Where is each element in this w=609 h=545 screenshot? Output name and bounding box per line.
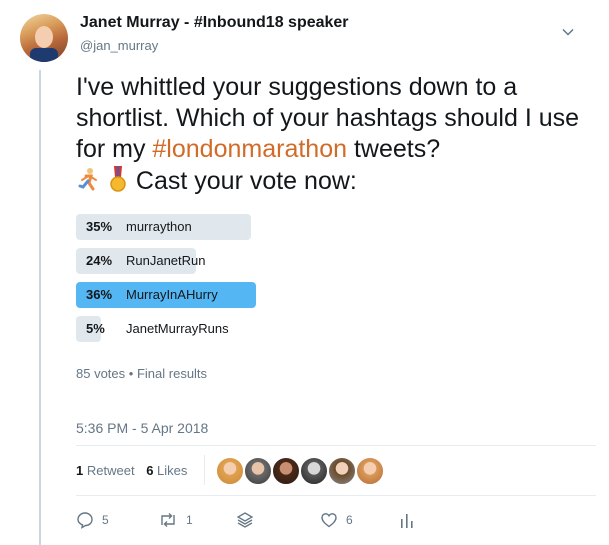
poll-percent: 24%: [86, 253, 113, 268]
like-stat[interactable]: 6 Likes: [146, 463, 187, 478]
reply-count: 5: [102, 513, 109, 527]
engagement-stats: 1 Retweet 6 Likes: [76, 463, 187, 478]
liker-avatar[interactable]: [300, 457, 328, 485]
liker-avatar[interactable]: [328, 457, 356, 485]
poll-option: 35% murraython: [76, 214, 376, 240]
layers-icon: [236, 512, 254, 528]
poll-percent: 35%: [86, 219, 113, 234]
hashtag-link[interactable]: #londonmarathon: [152, 135, 347, 163]
share-button[interactable]: [236, 510, 262, 530]
poll-separator: •: [128, 366, 134, 381]
retweet-stat-count: 1: [76, 463, 84, 478]
liker-avatar[interactable]: [356, 457, 384, 485]
liker-avatar[interactable]: [272, 457, 300, 485]
call-to-action: Cast your vote now:: [135, 167, 357, 195]
poll-option-label: RunJanetRun: [126, 253, 206, 268]
tweet-text-end: tweets?: [347, 135, 441, 163]
retweet-stat[interactable]: 1 Retweet: [76, 463, 135, 478]
like-count: 6: [346, 513, 353, 527]
like-stat-count: 6: [146, 463, 154, 478]
medal-emoji: [110, 166, 126, 192]
retweet-stat-label: Retweet: [86, 463, 135, 478]
chevron-down-icon[interactable]: [562, 26, 574, 38]
display-name[interactable]: Janet Murray - #Inbound18 speaker: [80, 14, 349, 31]
tweet-timestamp[interactable]: 5:36 PM - 5 Apr 2018: [76, 420, 208, 436]
liker-avatar[interactable]: [216, 457, 244, 485]
poll-option-label: murraython: [126, 219, 192, 234]
like-button[interactable]: 6: [320, 510, 353, 530]
poll-summary: 85 votes • Final results: [76, 366, 207, 381]
retweet-button[interactable]: 1: [158, 510, 193, 530]
retweet-icon: [161, 513, 175, 527]
tweet-text: I've whittled your suggestions down to a…: [76, 72, 596, 197]
author-avatar[interactable]: [20, 14, 68, 62]
poll: 35% murraython 24% RunJanetRun 36% MurrayIn…: [76, 214, 376, 350]
poll-option: 36% MurrayInAHurry: [76, 282, 376, 308]
thread-line: [39, 70, 41, 545]
poll-option-label: MurrayInAHurry: [126, 287, 218, 302]
divider: [76, 495, 596, 496]
runner-emoji: [78, 168, 97, 191]
author-handle[interactable]: @jan_murray: [80, 38, 158, 53]
poll-status: Final results: [136, 366, 208, 381]
poll-percent: 36%: [86, 287, 113, 302]
retweet-count: 1: [186, 513, 193, 527]
stats-divider: [204, 455, 205, 485]
tweet-actions: 5 1 6: [76, 510, 436, 530]
poll-option-label: JanetMurrayRuns: [126, 321, 229, 336]
poll-option: 24% RunJanetRun: [76, 248, 376, 274]
heart-icon: [321, 513, 337, 528]
analytics-icon: [401, 514, 413, 528]
author-name-row[interactable]: Janet Murray - #Inbound18 speaker: [80, 14, 349, 32]
reply-button[interactable]: 5: [76, 510, 109, 530]
liker-avatar[interactable]: [244, 457, 272, 485]
poll-percent: 5%: [86, 321, 105, 336]
analytics-button[interactable]: [400, 510, 422, 530]
poll-votes: 85 votes: [76, 366, 126, 381]
reply-icon: [77, 512, 93, 529]
divider: [76, 445, 596, 446]
poll-option: 5% JanetMurrayRuns: [76, 316, 376, 342]
like-stat-label: Likes: [157, 463, 188, 478]
